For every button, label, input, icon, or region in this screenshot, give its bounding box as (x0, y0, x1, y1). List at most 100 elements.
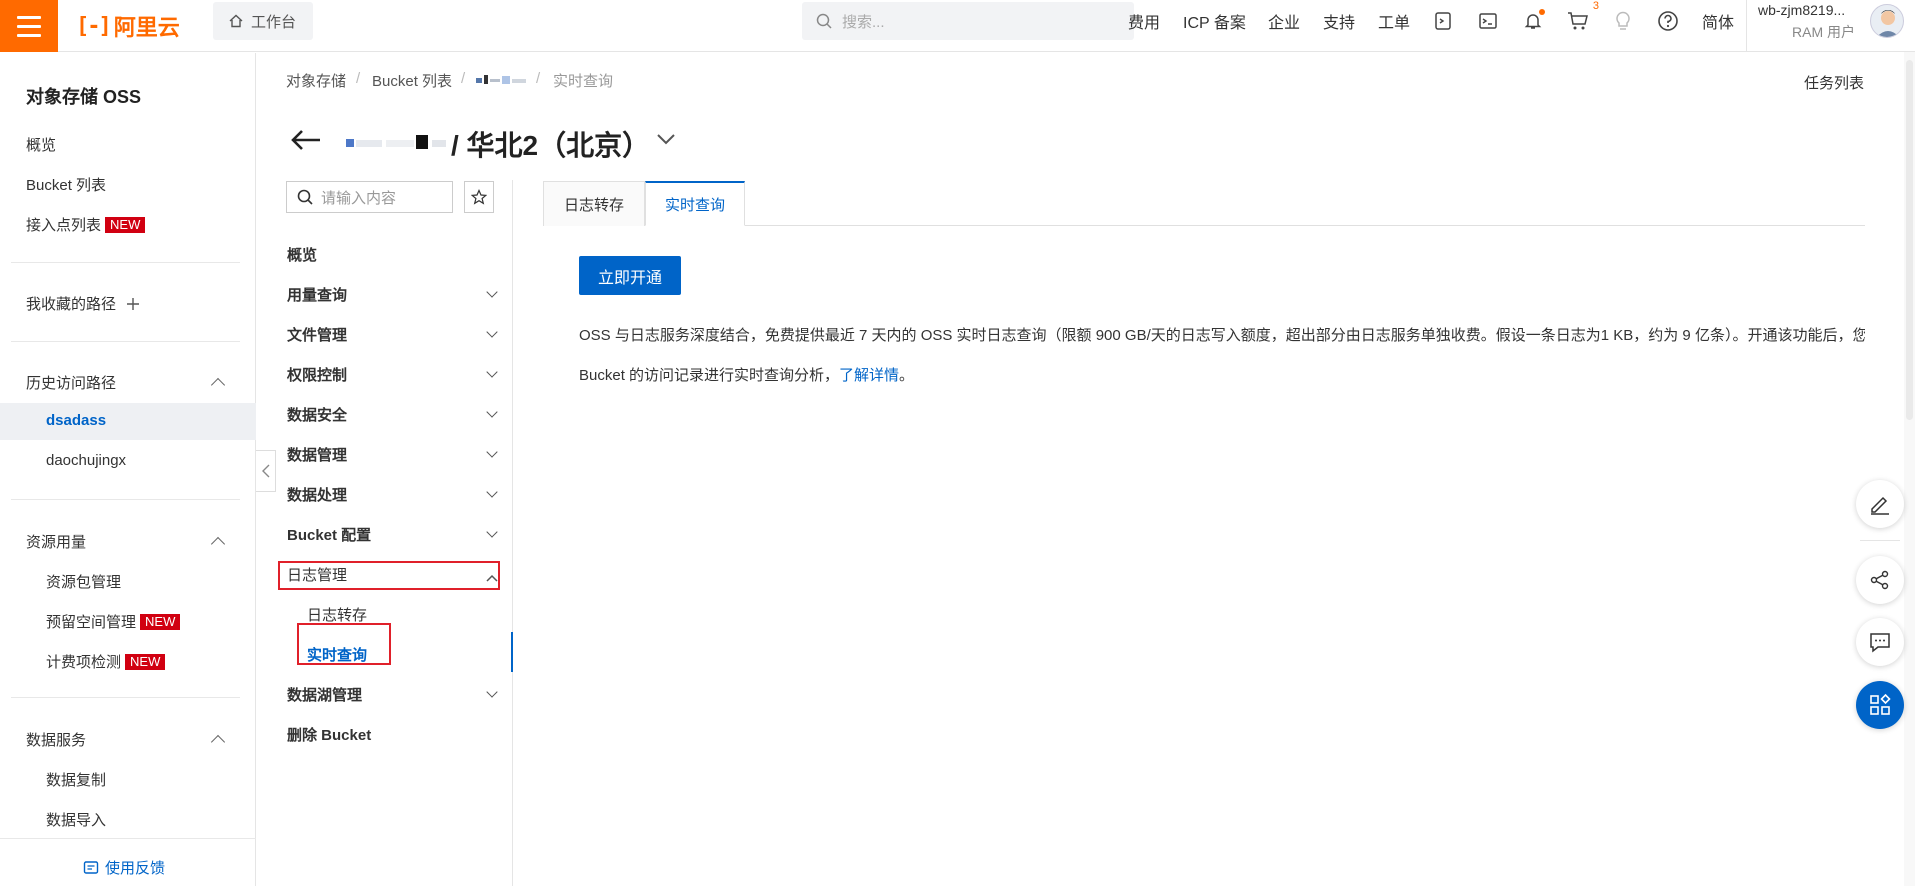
favorite-star-button[interactable] (464, 181, 494, 213)
logo-mark-icon: [-] (76, 13, 112, 39)
bucket-name-redacted (346, 132, 450, 154)
inner-nav-data-security[interactable]: 数据安全 (287, 404, 347, 425)
language-switch[interactable]: 简体 (1702, 8, 1734, 34)
feedback-icon (83, 860, 99, 874)
menu-search-placeholder: 请输入内容 (321, 189, 397, 207)
menu-icon[interactable] (0, 0, 58, 52)
chevron-down-icon[interactable] (486, 286, 498, 298)
chevron-down-icon[interactable] (656, 132, 676, 150)
chevron-down-icon[interactable] (486, 326, 498, 338)
edit-float-button[interactable] (1856, 480, 1904, 528)
chevron-down-icon[interactable] (486, 366, 498, 378)
sidebar-history-header[interactable]: 历史访问路径 (26, 372, 116, 393)
chevron-down-icon[interactable] (486, 486, 498, 498)
nav-support[interactable]: 支持 (1323, 8, 1355, 34)
cart-icon[interactable]: 3 (1565, 0, 1599, 34)
plus-icon[interactable] (126, 297, 140, 311)
history-item-dsadass[interactable]: dsadass (46, 412, 106, 429)
bell-icon[interactable] (1520, 8, 1546, 34)
chat-float-button[interactable] (1856, 618, 1904, 666)
divider (1860, 540, 1900, 541)
divider (11, 499, 240, 500)
share-icon (1870, 570, 1889, 590)
breadcrumb-separator: / (461, 70, 466, 87)
divider (11, 341, 240, 342)
lightbulb-icon[interactable] (1610, 8, 1636, 34)
sidebar-resources-header[interactable]: 资源用量 (26, 531, 86, 552)
chevron-down-icon[interactable] (486, 526, 498, 538)
sidebar-item-access-points[interactable]: 接入点列表 NEW (26, 214, 146, 235)
new-badge: NEW (140, 614, 181, 630)
avatar[interactable] (1870, 4, 1904, 38)
page-title: / 华北2（北京） (451, 130, 651, 161)
task-list-link[interactable]: 任务列表 (1804, 72, 1864, 93)
highlight-box-log-management (278, 561, 500, 590)
inner-nav-delete-bucket[interactable]: 删除 Bucket (287, 724, 371, 745)
inner-nav-usage[interactable]: 用量查询 (287, 284, 347, 305)
divider (0, 838, 256, 839)
sidebar-item-label: 计费项检测 (46, 654, 122, 671)
history-item-daochujingx[interactable]: daochujingx (46, 452, 126, 469)
search-placeholder: 搜索... (842, 13, 885, 31)
tab-log-transfer[interactable]: 日志转存 (543, 181, 645, 226)
apps-icon (1870, 693, 1891, 715)
breadcrumb-bucket-name-redacted[interactable] (476, 73, 528, 87)
description-text: Bucket 的访问记录进行实时查询分析， (579, 367, 840, 384)
breadcrumb-bucket-list[interactable]: Bucket 列表 (372, 70, 452, 91)
sidebar-favorites[interactable]: 我收藏的路径 (26, 293, 140, 314)
sidebar-item-data-import[interactable]: 数据导入 (46, 809, 106, 830)
sidebar-item-resource-package[interactable]: 资源包管理 (46, 571, 121, 592)
logo-text: 阿里云 (113, 15, 180, 40)
sidebar-item-overview[interactable]: 概览 (26, 134, 56, 155)
learn-more-link[interactable]: 了解详情 (839, 367, 899, 384)
chevron-down-icon[interactable] (486, 446, 498, 458)
menu-search-input[interactable]: 请输入内容 (286, 181, 453, 213)
inner-nav-permissions[interactable]: 权限控制 (287, 364, 347, 385)
sidebar-item-label: 预留空间管理 (46, 614, 137, 631)
chevron-down-icon[interactable] (486, 406, 498, 418)
breadcrumb-separator: / (356, 70, 361, 87)
inner-nav-data-lake[interactable]: 数据湖管理 (287, 684, 362, 705)
aliyun-logo[interactable]: [-] 阿里云 (76, 11, 180, 41)
nav-billing[interactable]: 费用 (1128, 8, 1160, 34)
help-icon[interactable] (1655, 8, 1681, 34)
back-arrow-icon[interactable] (290, 128, 322, 157)
sidebar-collapse-handle[interactable] (256, 450, 276, 492)
cloudshell-icon[interactable] (1430, 8, 1456, 34)
enable-now-button[interactable]: 立即开通 (579, 256, 681, 295)
inner-nav-divider (512, 180, 513, 886)
scrollbar-thumb[interactable] (1906, 60, 1913, 420)
description-line-2: Bucket 的访问记录进行实时查询分析，了解详情。 (579, 364, 914, 385)
breadcrumb-oss[interactable]: 对象存储 (286, 70, 346, 91)
sidebar-item-reserved-space[interactable]: 预留空间管理 NEW (46, 611, 181, 632)
description-block: OSS 与日志服务深度结合，免费提供最近 7 天内的 OSS 实时日志查询（限额… (579, 318, 1865, 398)
sidebar-item-bucket-list[interactable]: Bucket 列表 (26, 174, 106, 195)
workbench-button[interactable]: 工作台 (213, 2, 313, 40)
global-search-input[interactable]: 搜索... (802, 2, 1134, 40)
inner-nav-data-management[interactable]: 数据管理 (287, 444, 347, 465)
inner-nav-files[interactable]: 文件管理 (287, 324, 347, 345)
sidebar-item-billing-check[interactable]: 计费项检测 NEW (46, 651, 166, 672)
new-badge: NEW (125, 654, 166, 670)
cart-count: 3 (1592, 0, 1599, 12)
apps-float-button[interactable] (1856, 681, 1904, 729)
chevron-down-icon[interactable] (486, 686, 498, 698)
feedback-button[interactable]: 使用反馈 (83, 857, 165, 878)
new-badge: NEW (105, 217, 146, 233)
sidebar-title: 对象存储 OSS (26, 87, 142, 107)
tab-realtime-query[interactable]: 实时查询 (645, 181, 745, 226)
share-float-button[interactable] (1856, 556, 1904, 604)
nav-icp[interactable]: ICP 备案 (1183, 8, 1246, 34)
inner-nav-data-processing[interactable]: 数据处理 (287, 484, 347, 505)
terminal-icon[interactable] (1475, 8, 1501, 34)
inner-nav-overview[interactable]: 概览 (287, 244, 317, 265)
nav-enterprise[interactable]: 企业 (1268, 8, 1300, 34)
sidebar-item-data-replication[interactable]: 数据复制 (46, 769, 106, 790)
feedback-label: 使用反馈 (105, 860, 166, 877)
pencil-icon (1871, 496, 1889, 515)
chat-icon (1870, 633, 1890, 653)
inner-nav-log-transfer[interactable]: 日志转存 (307, 604, 367, 625)
sidebar-data-services-header[interactable]: 数据服务 (26, 729, 86, 750)
nav-ticket[interactable]: 工单 (1378, 8, 1410, 34)
inner-nav-bucket-config[interactable]: Bucket 配置 (287, 524, 371, 545)
